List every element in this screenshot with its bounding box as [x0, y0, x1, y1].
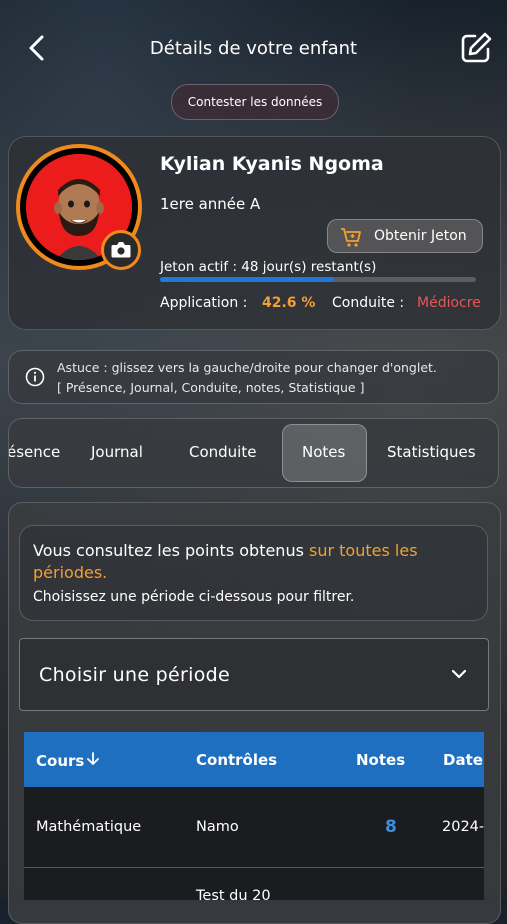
child-class: 1ere année A	[160, 195, 261, 213]
tab-journal[interactable]: Journal	[91, 443, 143, 461]
tip-tabs-list: [ Présence, Journal, Conduite, notes, St…	[57, 380, 365, 395]
table-row[interactable]: Test du 20	[24, 868, 484, 900]
application-label: Application :	[160, 295, 248, 311]
token-status: Jeton actif : 48 jour(s) restant(s)	[160, 259, 377, 275]
conduct-value: Médiocre	[417, 295, 481, 311]
token-progress-bar	[160, 277, 476, 282]
contest-data-button[interactable]: Contester les données	[171, 84, 339, 120]
column-header-cours[interactable]: Cours	[36, 751, 101, 770]
get-token-button[interactable]: Obtenir Jeton	[327, 219, 483, 253]
cart-icon	[341, 228, 361, 247]
tab-statistiques[interactable]: Statistiques	[387, 443, 476, 461]
info-message-text: Vous consultez les points obtenus	[33, 541, 310, 560]
info-subtext: Choisissez une période ci-dessous pour f…	[33, 589, 355, 605]
tab-notes[interactable]: Notes	[302, 443, 345, 461]
chevron-down-icon	[451, 669, 467, 679]
conduct-label: Conduite :	[332, 295, 405, 311]
edit-icon	[461, 32, 492, 63]
child-name: Kylian Kyanis Ngoma	[160, 153, 384, 175]
table-row[interactable]: Mathématique Namo 8 2024-	[24, 787, 484, 868]
info-icon	[25, 367, 45, 387]
tip-text: Astuce : glissez vers la gauche/droite p…	[57, 360, 437, 375]
application-value: 42.6 %	[262, 295, 316, 311]
info-message: Vous consultez les points obtenus sur to…	[33, 540, 473, 584]
tab-presence[interactable]: ésence	[9, 443, 60, 461]
change-photo-button[interactable]	[101, 230, 141, 270]
column-header-date[interactable]: Date	[443, 751, 483, 769]
tip-banner	[8, 350, 499, 404]
tab-bar: ésence Journal Conduite Notes Statistiqu…	[8, 418, 499, 488]
table-header: Cours Contrôles Notes Date	[24, 732, 484, 787]
get-token-label: Obtenir Jeton	[374, 228, 467, 244]
edit-button[interactable]	[458, 30, 494, 66]
period-select[interactable]: Choisir une période	[19, 638, 489, 711]
column-header-controles[interactable]: Contrôles	[196, 751, 277, 769]
column-header-notes[interactable]: Notes	[356, 751, 405, 769]
cell-controle: Namo	[196, 819, 239, 835]
grades-table: Cours Contrôles Notes Date Mathématique …	[24, 732, 484, 900]
camera-icon	[111, 242, 131, 258]
token-progress-fill	[160, 277, 334, 282]
period-select-placeholder: Choisir une période	[39, 664, 230, 686]
arrow-down-icon	[87, 752, 100, 765]
cell-cours: Mathématique	[36, 819, 142, 835]
tab-conduite[interactable]: Conduite	[189, 443, 256, 461]
cell-note: 8	[385, 817, 397, 837]
cell-date: 2024-	[442, 819, 484, 835]
page-title: Détails de votre enfant	[149, 38, 358, 59]
cell-controle: Test du 20	[196, 888, 271, 900]
